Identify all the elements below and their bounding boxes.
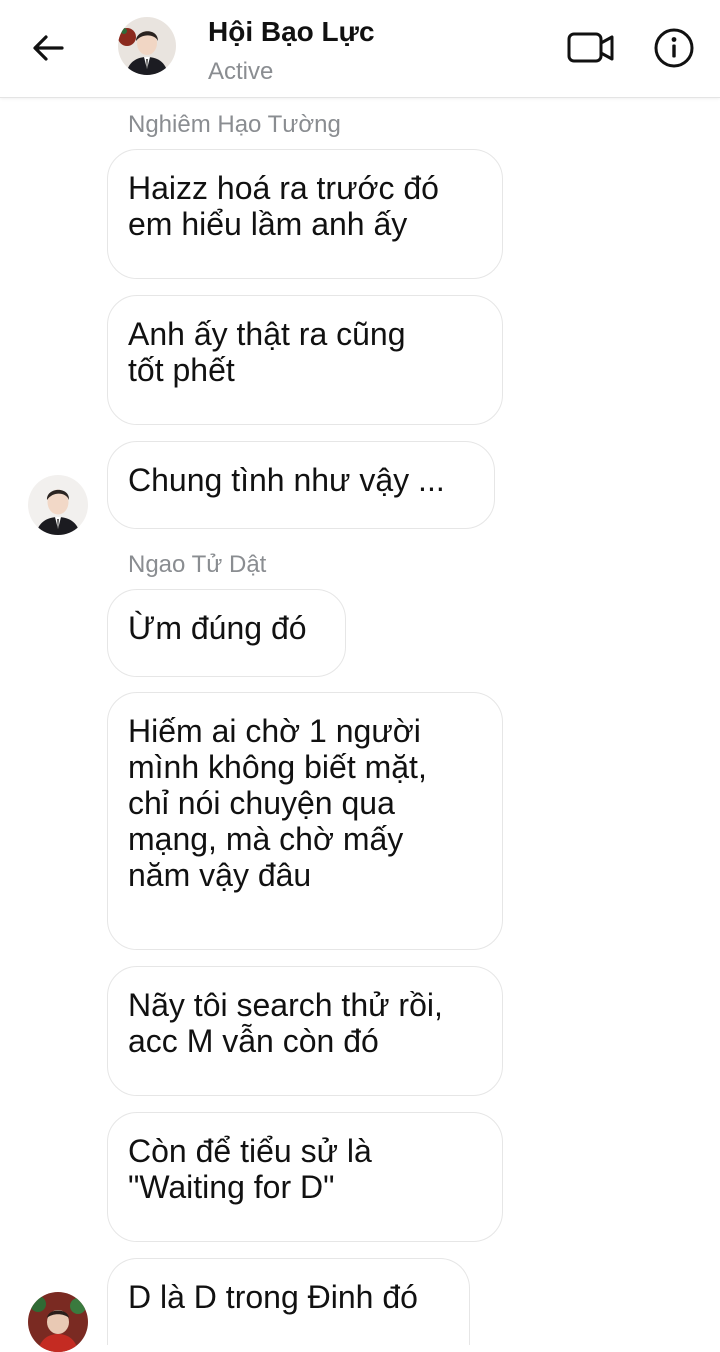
sender-name: Nghiêm Hạo Tường [128,111,341,138]
sender-avatar[interactable] [28,475,88,535]
message-bubble[interactable]: D là D trong Đinh đó [107,1258,470,1345]
message-bubble[interactable]: Anh ấy thật ra cũng tốt phết [107,295,503,425]
info-icon [654,28,694,68]
video-call-button[interactable] [566,26,616,70]
sender-avatar[interactable] [28,1292,88,1352]
group-avatar[interactable] [118,17,176,75]
message-bubble[interactable]: Hiếm ai chờ 1 người mình không biết mặt,… [107,692,503,950]
video-call-icon [567,32,614,63]
info-button[interactable] [652,26,696,70]
arrow-left-icon [33,35,64,61]
message-bubble[interactable]: Nãy tôi search thử rồi, acc M vẫn còn đó [107,966,503,1096]
back-button[interactable] [26,26,70,70]
message-bubble[interactable]: Haizz hoá ra trước đó em hiểu lầm anh ấy [107,149,503,279]
chat-title[interactable]: Hội Bạo Lực [208,16,375,48]
chat-header: Hội Bạo Lực Active [0,0,720,98]
message-bubble[interactable]: Ừm đúng đó [107,589,346,677]
sender-name: Ngao Tử Dật [128,551,267,578]
active-status: Active [208,58,274,85]
message-bubble[interactable]: Còn để tiểu sử là "Waiting for D" [107,1112,503,1242]
message-bubble[interactable]: Chung tình như vậy ... [107,441,495,529]
